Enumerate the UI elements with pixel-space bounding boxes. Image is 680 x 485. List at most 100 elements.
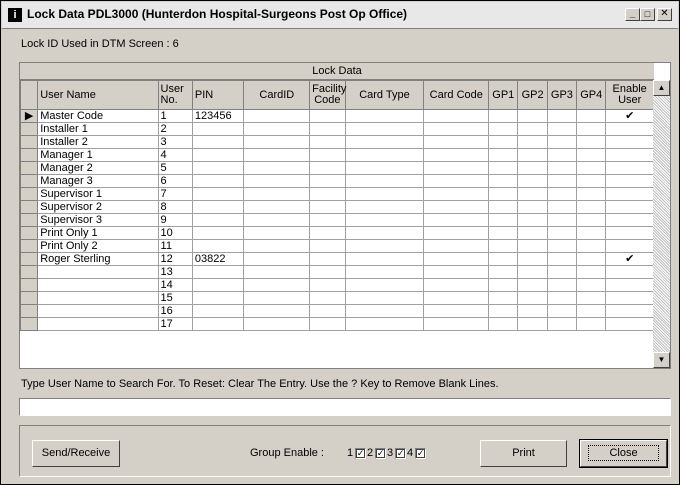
cell-gp2[interactable] xyxy=(517,226,548,240)
table-row[interactable]: Supervisor 28 xyxy=(20,200,654,214)
scroll-down-icon[interactable]: ▼ xyxy=(653,352,670,368)
col-gp4[interactable]: GP4 xyxy=(576,80,607,110)
cell-pin[interactable] xyxy=(191,200,245,214)
cell-enable-user[interactable] xyxy=(605,187,654,201)
cell-card-id[interactable] xyxy=(243,135,311,149)
cell-enable-user[interactable] xyxy=(605,161,654,175)
cell-card-id[interactable] xyxy=(243,161,311,175)
col-user-name[interactable]: User Name xyxy=(37,80,159,110)
cell-user-no[interactable]: 16 xyxy=(157,304,193,318)
cell-gp1[interactable] xyxy=(488,122,519,136)
col-gp3[interactable]: GP3 xyxy=(546,80,578,110)
cell-gp4[interactable] xyxy=(576,278,607,292)
cell-enable-user[interactable]: ✔ xyxy=(605,109,654,123)
cell-card-code[interactable] xyxy=(423,239,490,253)
cell-user-name[interactable] xyxy=(37,304,159,318)
cell-gp1[interactable] xyxy=(488,187,519,201)
cell-card-id[interactable] xyxy=(243,239,311,253)
cell-gp2[interactable] xyxy=(517,304,548,318)
cell-pin[interactable] xyxy=(191,187,245,201)
cell-user-name[interactable]: Supervisor 1 xyxy=(37,187,159,201)
cell-enable-user[interactable] xyxy=(605,239,654,253)
col-gp2[interactable]: GP2 xyxy=(517,80,548,110)
cell-card-type[interactable] xyxy=(344,239,425,253)
row-selector[interactable] xyxy=(20,174,39,188)
cell-card-id[interactable] xyxy=(243,317,311,331)
cell-user-no[interactable]: 7 xyxy=(157,187,193,201)
cell-gp1[interactable] xyxy=(488,148,519,162)
cell-user-name[interactable]: Supervisor 3 xyxy=(37,213,159,227)
cell-user-name[interactable]: Master Code xyxy=(37,109,159,123)
minimize-icon[interactable]: _ xyxy=(625,8,640,21)
row-selector[interactable] xyxy=(20,122,39,136)
cell-user-no[interactable]: 6 xyxy=(157,174,193,188)
cell-facility-code[interactable] xyxy=(309,148,346,162)
cell-gp1[interactable] xyxy=(488,161,519,175)
cell-gp3[interactable] xyxy=(546,109,578,123)
scroll-up-icon[interactable]: ▲ xyxy=(653,80,670,96)
cell-enable-user[interactable] xyxy=(605,122,654,136)
cell-card-id[interactable] xyxy=(243,278,311,292)
send-receive-button[interactable]: Send/Receive xyxy=(32,440,120,467)
col-card-type[interactable]: Card Type xyxy=(344,80,425,110)
cell-user-name[interactable] xyxy=(37,291,159,305)
row-selector[interactable] xyxy=(20,278,39,292)
cell-gp1[interactable] xyxy=(488,200,519,214)
group-1[interactable]: 1 ✓ xyxy=(347,447,367,459)
cell-facility-code[interactable] xyxy=(309,122,346,136)
row-selector[interactable] xyxy=(20,291,39,305)
cell-card-type[interactable] xyxy=(344,226,425,240)
cell-card-type[interactable] xyxy=(344,213,425,227)
row-selector[interactable] xyxy=(20,226,39,240)
group-4-checkbox[interactable]: ✓ xyxy=(415,447,427,459)
table-row[interactable]: 15 xyxy=(20,291,654,305)
row-selector[interactable] xyxy=(20,187,39,201)
cell-gp3[interactable] xyxy=(546,317,578,331)
cell-card-code[interactable] xyxy=(423,291,490,305)
cell-card-id[interactable] xyxy=(243,109,311,123)
cell-card-type[interactable] xyxy=(344,135,425,149)
cell-card-code[interactable] xyxy=(423,148,490,162)
cell-user-name[interactable]: Manager 1 xyxy=(37,148,159,162)
cell-user-no[interactable]: 15 xyxy=(157,291,193,305)
cell-pin[interactable] xyxy=(191,226,245,240)
cell-user-name[interactable] xyxy=(37,278,159,292)
group-2-checkbox[interactable]: ✓ xyxy=(375,447,387,459)
table-row[interactable]: 16 xyxy=(20,304,654,318)
cell-gp1[interactable] xyxy=(488,291,519,305)
cell-card-type[interactable] xyxy=(344,291,425,305)
cell-facility-code[interactable] xyxy=(309,200,346,214)
cell-gp2[interactable] xyxy=(517,161,548,175)
cell-gp2[interactable] xyxy=(517,122,548,136)
cell-card-id[interactable] xyxy=(243,304,311,318)
cell-card-code[interactable] xyxy=(423,109,490,123)
row-selector[interactable] xyxy=(20,161,39,175)
cell-card-type[interactable] xyxy=(344,109,425,123)
cell-user-name[interactable]: Print Only 2 xyxy=(37,239,159,253)
cell-gp3[interactable] xyxy=(546,239,578,253)
cell-gp3[interactable] xyxy=(546,213,578,227)
cell-enable-user[interactable] xyxy=(605,135,654,149)
cell-user-name[interactable] xyxy=(37,265,159,279)
cell-card-type[interactable] xyxy=(344,200,425,214)
cell-facility-code[interactable] xyxy=(309,135,346,149)
cell-gp4[interactable] xyxy=(576,291,607,305)
cell-gp1[interactable] xyxy=(488,252,519,266)
cell-gp3[interactable] xyxy=(546,226,578,240)
cell-gp4[interactable] xyxy=(576,226,607,240)
cell-gp3[interactable] xyxy=(546,148,578,162)
row-selector[interactable] xyxy=(20,317,39,331)
table-row[interactable]: 14 xyxy=(20,278,654,292)
cell-user-no[interactable]: 4 xyxy=(157,148,193,162)
col-card-code[interactable]: Card Code xyxy=(423,80,490,110)
cell-enable-user[interactable] xyxy=(605,148,654,162)
cell-user-no[interactable]: 17 xyxy=(157,317,193,331)
cell-gp3[interactable] xyxy=(546,161,578,175)
cell-gp1[interactable] xyxy=(488,109,519,123)
cell-gp3[interactable] xyxy=(546,252,578,266)
table-row[interactable]: Manager 36 xyxy=(20,174,654,188)
cell-user-no[interactable]: 8 xyxy=(157,200,193,214)
cell-user-name[interactable]: Installer 2 xyxy=(37,135,159,149)
group-1-checkbox[interactable]: ✓ xyxy=(355,447,367,459)
row-selector[interactable]: ▶ xyxy=(20,109,39,123)
